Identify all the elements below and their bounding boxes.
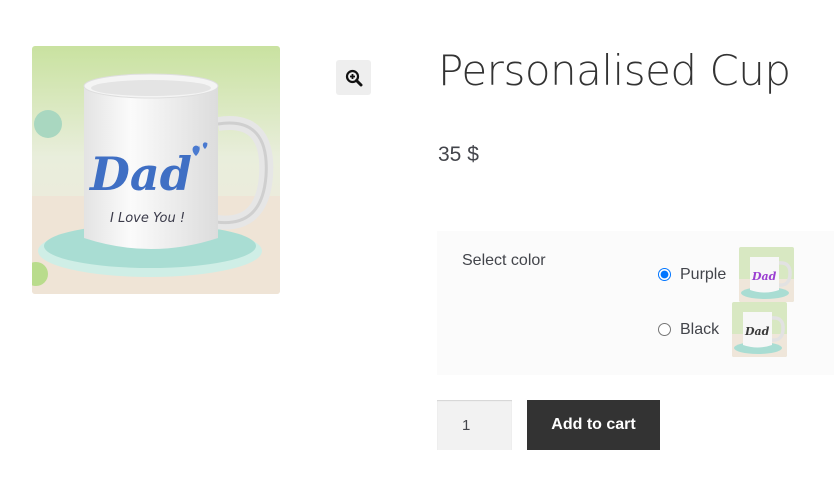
color-option-purple[interactable]: Purple Dad [658, 247, 795, 302]
product-title: Personalised Cup [438, 46, 791, 95]
black-mug-image: Dad [732, 302, 788, 357]
quantity-input[interactable] [437, 400, 512, 450]
color-radio-black[interactable] [658, 323, 671, 336]
color-option-black[interactable]: Black Dad [658, 302, 788, 357]
svg-text:Dad: Dad [751, 270, 777, 283]
purple-mug-thumbnail[interactable]: Dad [739, 247, 795, 302]
color-radio-purple[interactable] [658, 268, 671, 281]
svg-text:Dad: Dad [744, 325, 770, 338]
purple-mug-image: Dad [739, 247, 795, 302]
product-price: 35 $ [438, 143, 479, 166]
mug-illustration: Dad I Love You ! [32, 46, 280, 294]
black-mug-thumbnail[interactable]: Dad [732, 302, 788, 357]
add-to-cart-button[interactable]: Add to cart [527, 400, 660, 450]
color-variations-panel: Select color Purple Dad Black Dad [437, 231, 834, 375]
color-option-label: Black [680, 320, 720, 338]
zoom-button[interactable] [336, 60, 371, 95]
zoom-in-icon [345, 69, 362, 86]
svg-text:I Love You !: I Love You ! [110, 211, 185, 226]
color-option-label: Purple [680, 265, 727, 283]
svg-text:Dad: Dad [88, 147, 192, 201]
select-color-label: Select color [462, 252, 546, 269]
product-main-image[interactable]: Dad I Love You ! [32, 46, 280, 294]
